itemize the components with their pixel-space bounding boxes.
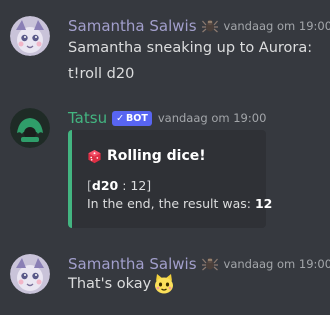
author-name[interactable]: Samantha Salwis (68, 17, 197, 35)
spider-badge-icon (201, 18, 218, 34)
samantha-avatar[interactable] (10, 16, 50, 56)
embed-title-text: Rolling dice! (107, 148, 206, 164)
message-line: That's okay (68, 273, 175, 295)
samantha-avatar[interactable] (10, 254, 50, 294)
message-line: t!roll d20 (68, 66, 135, 82)
author-name[interactable]: Samantha Salwis (68, 255, 197, 273)
tatsu-avatar[interactable] (10, 108, 50, 148)
message-line: Samantha sneaking up to Aurora: (68, 40, 313, 56)
timestamp[interactable]: vandaag om 19:00 (158, 111, 267, 125)
timestamp[interactable]: vandaag om 19:00 (224, 257, 330, 271)
roll-die: d20 (91, 178, 119, 193)
author-name[interactable]: Tatsu (68, 109, 107, 127)
message-1: Samantha Salwis vandaag om 19:00 Samanth… (0, 0, 330, 100)
bot-tag: ✓ BOT (112, 110, 152, 126)
timestamp[interactable]: vandaag om 19:00 (224, 19, 330, 33)
cat-face-emoji-icon[interactable] (153, 273, 175, 295)
roll-sep: : 12] (118, 178, 152, 193)
spider-badge-icon (201, 256, 218, 272)
dice-embed: Rolling dice! [d20 : 12] In the end, the… (68, 130, 272, 228)
message-3: Samantha Salwis vandaag om 19:00 That's … (0, 240, 330, 315)
result-prefix: In the end, the result was: (87, 196, 255, 211)
check-icon: ✓ (116, 112, 125, 124)
roll-summary: [d20 : 12] (87, 178, 151, 193)
message-text: That's okay (68, 276, 152, 292)
result-value: 12 (254, 196, 273, 211)
bot-tag-label: BOT (126, 112, 148, 124)
dice-icon (87, 149, 102, 164)
embed-title: Rolling dice! (87, 148, 206, 164)
roll-result: In the end, the result was: 12 (87, 196, 272, 211)
